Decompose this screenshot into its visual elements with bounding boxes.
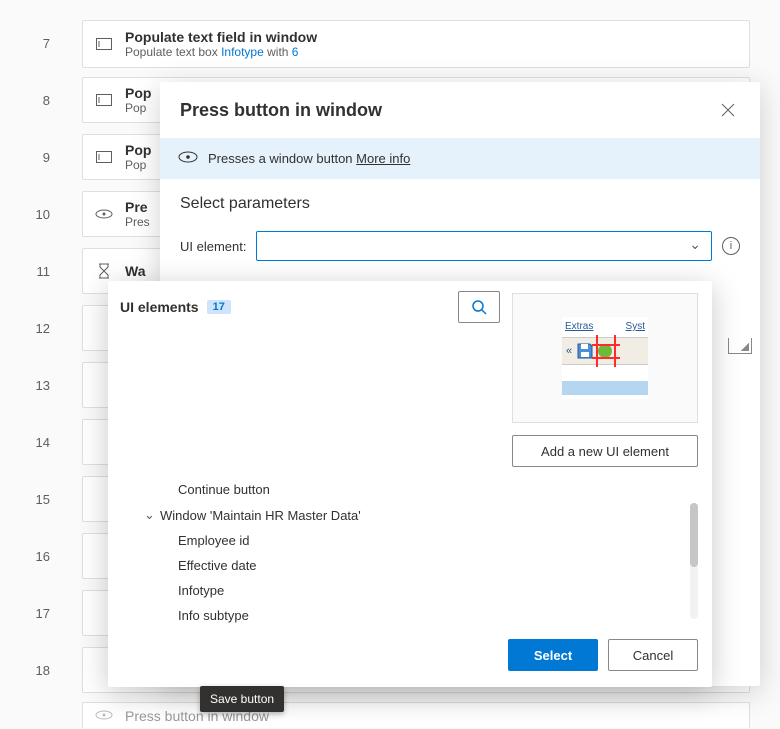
add-ui-element-button[interactable]: Add a new UI element: [512, 435, 698, 467]
tree-group-label: Window 'Maintain HR Master Data': [160, 508, 361, 523]
step-number: 9: [0, 150, 50, 165]
action-text: Pre Pres: [125, 199, 150, 229]
select-button[interactable]: Select: [508, 639, 598, 671]
step-number: 14: [0, 435, 50, 450]
scrollbar[interactable]: [690, 503, 698, 619]
more-info-link[interactable]: More info: [356, 151, 410, 166]
info-bar: Presses a window button More info: [160, 138, 760, 179]
press-button-icon: [178, 150, 198, 167]
action-card[interactable]: Populate text field in window Populate t…: [82, 20, 750, 68]
step-number: 8: [0, 93, 50, 108]
element-preview: ExtrasSyst «: [512, 293, 698, 423]
textfield-icon: [95, 91, 113, 109]
action-text: Pop Pop: [125, 142, 151, 172]
ok-icon: [598, 344, 612, 358]
wait-icon: [95, 262, 113, 280]
element-count-badge: 17: [207, 300, 231, 314]
info-text: Presses a window button More info: [208, 151, 410, 166]
cancel-button[interactable]: Cancel: [608, 639, 698, 671]
dialog-title: Press button in window: [180, 100, 382, 121]
ui-element-tree: Continue button ⌄ Window 'Maintain HR Mast…: [124, 473, 690, 625]
close-button[interactable]: [716, 98, 740, 122]
picker-footer: Select Cancel: [108, 625, 712, 687]
tree-item[interactable]: Effective date: [130, 553, 688, 578]
textfield-icon: [95, 35, 113, 53]
press-button-icon: [95, 708, 113, 724]
ui-element-select[interactable]: [256, 231, 712, 261]
step-number: 15: [0, 492, 50, 507]
tree-item[interactable]: Continue button: [130, 477, 688, 502]
step-number: 13: [0, 378, 50, 393]
ui-element-label: UI element:: [180, 239, 246, 254]
textfield-icon: [95, 148, 113, 166]
picker-heading: UI elements 17: [120, 299, 231, 315]
ui-element-picker: UI elements 17 ExtrasSyst «: [108, 281, 712, 687]
action-card[interactable]: Press button in window: [82, 702, 750, 728]
tree-group[interactable]: ⌄ Window 'Maintain HR Master Data': [130, 502, 688, 528]
tree-item[interactable]: Info subtype: [130, 603, 688, 625]
action-title: Populate text field in window: [125, 29, 317, 45]
picker-top: UI elements 17 ExtrasSyst «: [108, 281, 712, 473]
tree-item[interactable]: Infotype: [130, 578, 688, 603]
step-number: 7: [0, 36, 50, 51]
tree-item[interactable]: Employee id: [130, 528, 688, 553]
action-text: Populate text field in window Populate t…: [125, 29, 317, 59]
action-subtitle: Populate text box Infotype with 6: [125, 45, 317, 59]
chevron-left-icon: «: [566, 345, 572, 357]
params-heading: Select parameters: [180, 195, 740, 213]
chevron-down-icon: ⌄: [144, 507, 154, 523]
press-button-icon: [95, 205, 113, 223]
resize-grip[interactable]: [728, 338, 752, 354]
step-number: 11: [0, 264, 50, 279]
action-text: Wa: [125, 263, 145, 279]
info-icon[interactable]: i: [722, 237, 740, 255]
tooltip: Save button: [200, 686, 284, 712]
step-number: 18: [0, 663, 50, 678]
ui-element-row: UI element: i: [180, 231, 740, 261]
params-section: Select parameters UI element: i: [160, 179, 760, 271]
dialog-header: Press button in window: [160, 82, 760, 138]
action-text: Pop Pop: [125, 85, 151, 115]
step-number: 17: [0, 606, 50, 621]
search-button[interactable]: [458, 291, 500, 323]
step-number: 12: [0, 321, 50, 336]
step-number: 16: [0, 549, 50, 564]
step-number: 10: [0, 207, 50, 222]
